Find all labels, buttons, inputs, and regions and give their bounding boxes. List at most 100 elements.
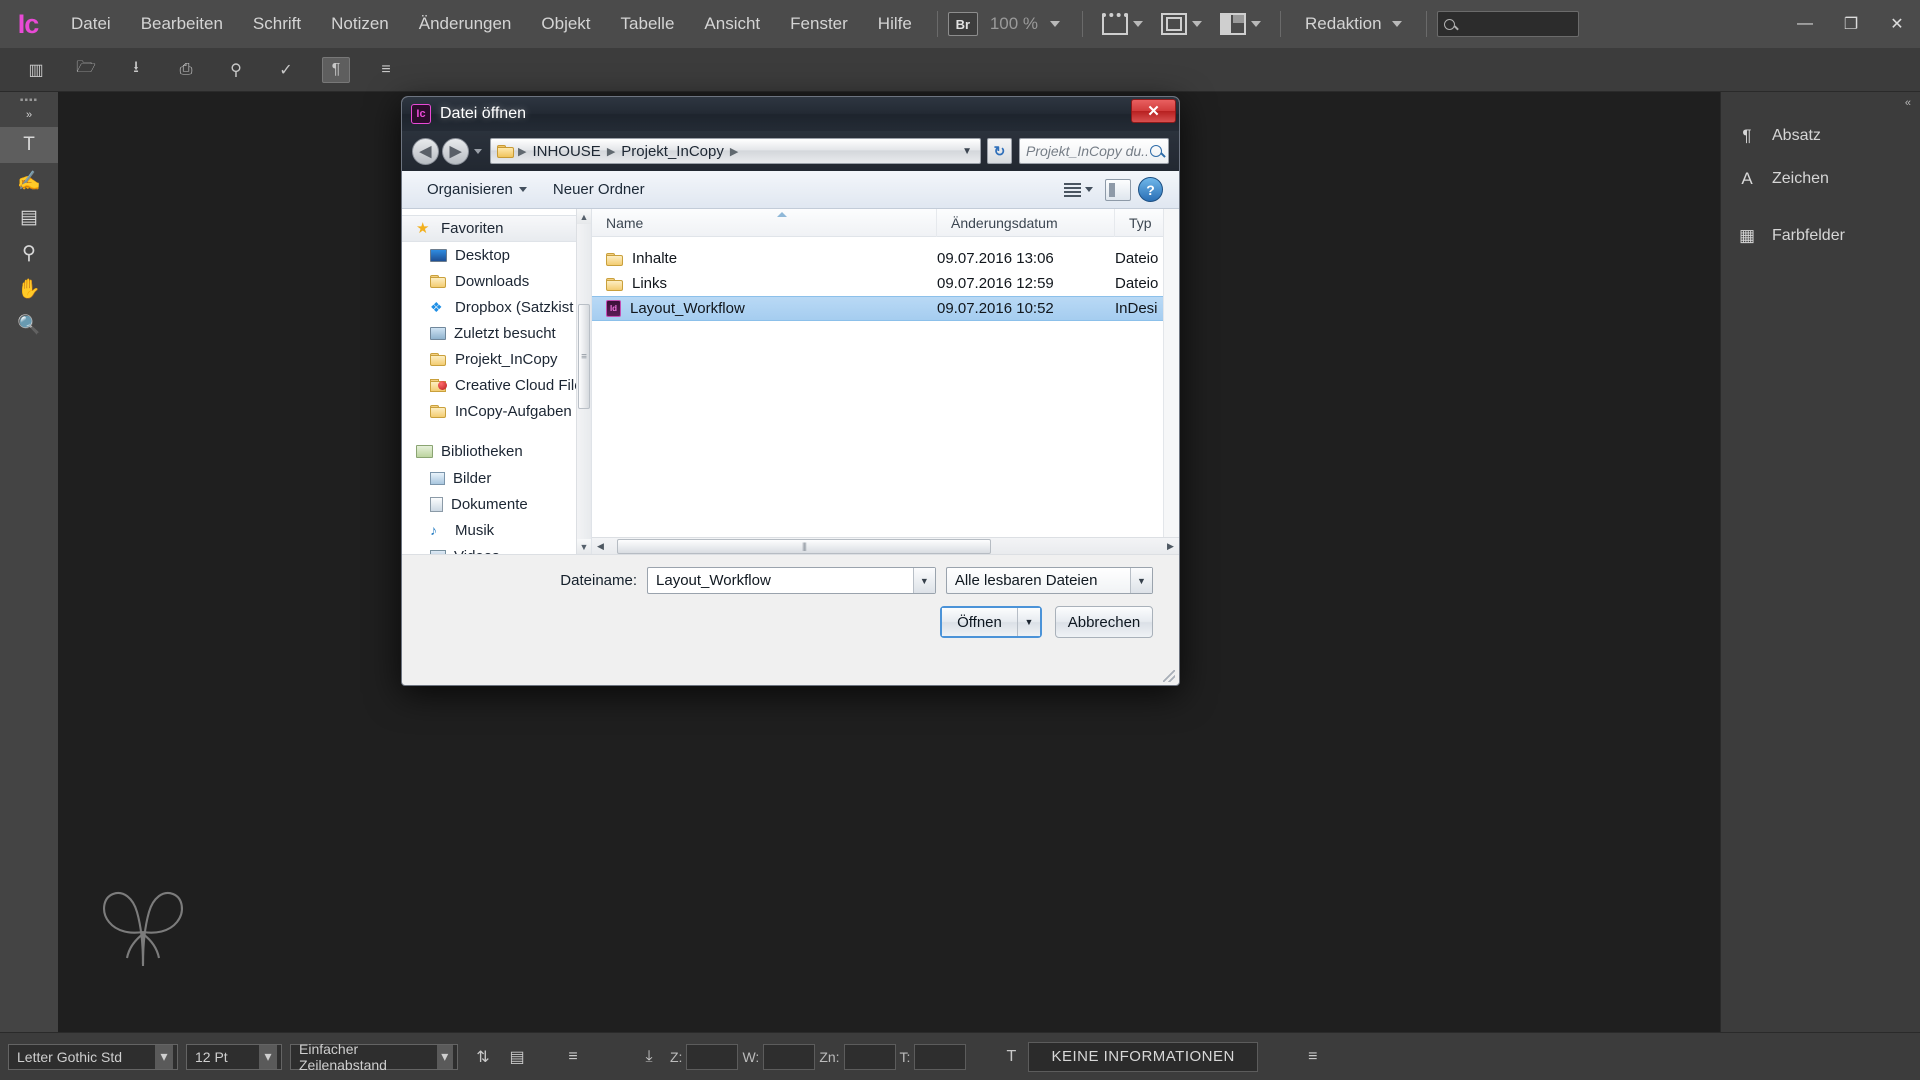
panel-farbfelder[interactable]: ▦ Farbfelder [1721,214,1920,257]
change-view-button[interactable] [1059,180,1098,200]
font-size-select[interactable]: 12 Pt ▾ [186,1043,282,1070]
address-dropdown-icon[interactable]: ▼ [958,146,976,157]
column-header-date[interactable]: Änderungsdatum [937,209,1115,237]
search-icon[interactable]: ⚲ [222,57,250,83]
cancel-button[interactable]: Abbrechen [1055,606,1153,638]
dialog-close-button[interactable]: ✕ [1131,99,1176,123]
font-family-select[interactable]: Letter Gothic Std ▾ [8,1043,178,1070]
panel-zeichen[interactable]: A Zeichen [1721,157,1920,200]
screen-mode-button[interactable] [1093,0,1152,48]
pilcrow-icon[interactable]: ¶ [322,56,350,83]
type-tool[interactable]: T [0,127,58,163]
tools-panel-grip[interactable]: ▪▪▪▪ [0,92,58,108]
chevron-down-icon[interactable]: ▼ [912,568,935,593]
address-bar[interactable]: ▶ INHOUSE ▶ Projekt_InCopy ▶ ▼ [490,138,981,164]
forward-button[interactable]: ▶ [442,137,469,165]
filename-input[interactable]: Layout_Workflow ▼ [647,567,936,594]
file-list-horizontal-scrollbar[interactable]: ◀ ▶ [592,537,1179,554]
nav-item-videos[interactable]: Videos [402,543,591,554]
status-menu-icon[interactable]: ≡ [556,1042,590,1072]
depth-icon[interactable]: ⤓ [632,1042,666,1072]
new-doc-icon[interactable]: ▥ [22,57,50,83]
menu-item-fenster[interactable]: Fenster [775,0,863,48]
menu-item-schrift[interactable]: Schrift [238,0,316,48]
spellcheck-icon[interactable]: ✓ [272,57,300,83]
print-icon[interactable]: ⎙ [172,57,200,83]
dialog-resize-grip[interactable] [1163,670,1175,682]
zoom-level-control[interactable]: 100 % [978,14,1072,34]
file-list-vertical-scrollbar[interactable] [1163,209,1179,537]
view-mode-button[interactable] [1152,0,1211,48]
note-tool[interactable]: ✍ [0,163,58,199]
panel-absatz[interactable]: ¶ Absatz [1721,114,1920,157]
tools-panel-expander[interactable]: » [0,108,58,127]
nav-item-bilder[interactable]: Bilder [402,465,591,491]
nav-item-downloads[interactable]: Downloads [402,268,591,294]
menu-item-bearbeiten[interactable]: Bearbeiten [126,0,238,48]
history-dropdown-icon[interactable] [474,148,482,154]
bridge-button[interactable]: Br [947,12,978,36]
eyedropper-tool[interactable]: ⚲ [0,235,58,271]
story-tool[interactable]: ▤ [0,199,58,235]
scrollbar-thumb[interactable] [617,538,991,554]
help-search-input[interactable] [1436,11,1579,37]
menu-item-objekt[interactable]: Objekt [526,0,605,48]
line-spacing-select[interactable]: Einfacher Zeilenabstand ▾ [290,1041,458,1073]
t-value-field[interactable] [914,1043,967,1070]
nav-item-projekt-incopy[interactable]: Projekt_InCopy [402,346,591,372]
panel-dock-collapse[interactable]: « [1721,92,1920,114]
zn-value-field[interactable] [843,1043,896,1070]
nav-group-favoriten[interactable]: ★ Favoriten [402,215,591,242]
nav-item-dropbox[interactable]: ❖ Dropbox (Satzkist [402,294,591,320]
paragraph-count-icon[interactable]: ⇅ [466,1042,500,1072]
scroll-down-icon[interactable]: ▼ [577,539,591,554]
scrollbar-track[interactable] [609,538,1162,555]
preview-pane-button[interactable] [1105,178,1131,201]
arrange-documents-button[interactable] [1211,0,1270,48]
w-value-field[interactable] [763,1043,816,1070]
nav-item-zuletzt-besucht[interactable]: Zuletzt besucht [402,320,591,346]
nav-group-bibliotheken[interactable]: Bibliotheken [402,438,591,465]
nav-item-incopy-aufgaben[interactable]: InCopy-Aufgaben [402,398,591,424]
table-row[interactable]: Links 09.07.2016 12:59 Dateio [592,271,1179,296]
open-button[interactable]: Öffnen [942,608,1018,636]
text-icon[interactable]: T [994,1042,1028,1072]
column-header-name[interactable]: Name [592,209,937,237]
scroll-right-icon[interactable]: ▶ [1162,538,1179,555]
workspace-switcher[interactable]: Redaktion [1291,14,1416,34]
open-dropdown-button[interactable]: ▼ [1018,608,1040,636]
refresh-button[interactable]: ↻ [987,138,1012,164]
dialog-search-input[interactable]: Projekt_InCopy du... [1019,138,1169,164]
open-folder-icon[interactable]: 🗁 [72,57,100,83]
menu-item-hilfe[interactable]: Hilfe [863,0,927,48]
table-row-selected[interactable]: Id Layout_Workflow 09.07.2016 10:52 InDe… [592,296,1179,321]
back-button[interactable]: ◀ [412,137,439,165]
menu-item-aenderungen[interactable]: Änderungen [404,0,527,48]
filetype-select[interactable]: Alle lesbaren Dateien ▼ [945,567,1154,594]
help-button[interactable]: ? [1138,177,1163,202]
list-icon[interactable]: ≡ [372,57,400,83]
list-view-icon[interactable]: ▤ [500,1042,534,1072]
table-row[interactable]: Inhalte 09.07.2016 13:06 Dateio [592,246,1179,271]
navigation-scrollbar[interactable]: ▲ ▼ [576,209,591,554]
z-value-field[interactable] [686,1043,739,1070]
menu-item-datei[interactable]: Datei [56,0,126,48]
maximize-button[interactable]: ❐ [1828,0,1874,48]
status-hamburger-icon[interactable]: ≡ [1296,1042,1330,1072]
new-folder-button[interactable]: Neuer Ordner [544,177,654,202]
scroll-up-icon[interactable]: ▲ [577,209,591,224]
breadcrumb-inhouse[interactable]: INHOUSE [530,143,602,160]
organize-button[interactable]: Organisieren [418,177,536,202]
save-icon[interactable]: ⭳ [122,57,150,83]
nav-item-creative-cloud-files[interactable]: Creative Cloud File [402,372,591,398]
hand-tool[interactable]: ✋ [0,271,58,307]
close-button[interactable]: ✕ [1874,0,1920,48]
menu-item-ansicht[interactable]: Ansicht [689,0,775,48]
nav-item-dokumente[interactable]: Dokumente [402,491,591,517]
nav-item-musik[interactable]: ♪ Musik [402,517,591,543]
dialog-title-bar[interactable]: Ic Datei öffnen ✕ [402,97,1179,131]
scrollbar-thumb[interactable] [578,304,590,409]
chevron-down-icon[interactable]: ▼ [1130,568,1153,593]
minimize-button[interactable]: — [1782,0,1828,48]
zoom-tool[interactable]: 🔍 [0,307,58,343]
